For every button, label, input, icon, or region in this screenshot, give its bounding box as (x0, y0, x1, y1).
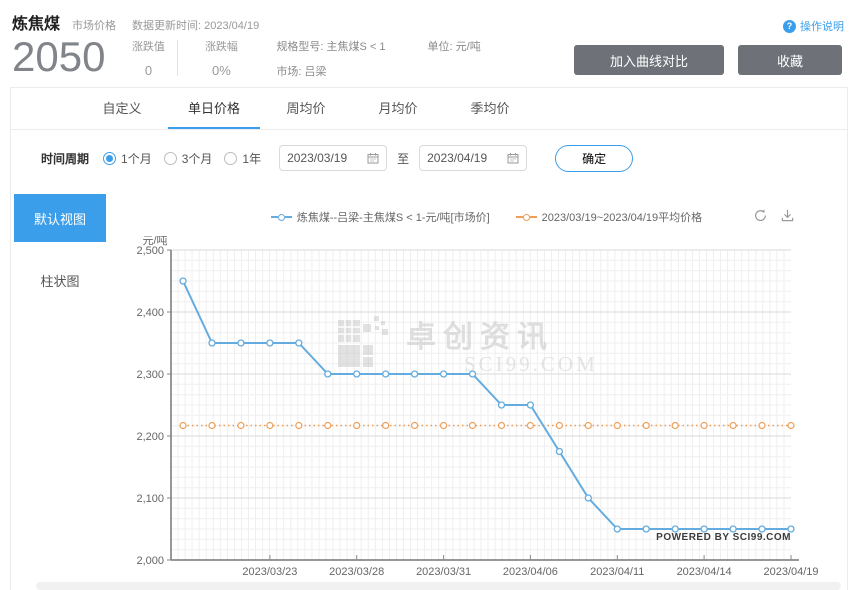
tab-custom[interactable]: 自定义 (76, 88, 168, 129)
download-icon[interactable] (780, 208, 795, 223)
main-panel: 自定义 单日价格 周均价 月均价 季均价 时间周期 1个月 3个月 1年 202… (10, 87, 848, 590)
change-pct: 0% (192, 63, 250, 78)
svg-text:2023/03/28: 2023/03/28 (329, 566, 384, 578)
powered-by-label: POWERED BY SCI99.COM (656, 532, 791, 543)
confirm-button[interactable]: 确定 (555, 145, 633, 172)
tabs-bar: 自定义 单日价格 周均价 月均价 季均价 (11, 88, 847, 130)
legend-item-price-series[interactable]: 炼焦煤--吕梁-主焦煤S < 1-元/吨[市场价] (271, 209, 490, 225)
svg-text:2,000: 2,000 (136, 555, 164, 567)
spec-label: 规格型号: 主焦煤S < 1 (276, 38, 385, 54)
calendar-icon (367, 152, 379, 164)
radio-1-month[interactable]: 1个月 (103, 150, 152, 167)
price-chart-canvas[interactable]: 2,0002,1002,2002,3002,4002,5002023/03/23… (126, 236, 847, 578)
start-date-input[interactable]: 2023/03/19 (279, 145, 387, 171)
tab-weekly-average[interactable]: 周均价 (260, 88, 352, 129)
svg-text:2023/04/06: 2023/04/06 (503, 566, 558, 578)
legend-line-circle-marker (271, 214, 292, 221)
legend-label: 2023/03/19~2023/04/19平均价格 (542, 209, 703, 225)
page-header: 炼焦煤 市场价格 数据更新时间: 2023/04/19 ? 操作说明 2050 … (0, 0, 858, 79)
legend-item-average-series[interactable]: 2023/03/19~2023/04/19平均价格 (516, 209, 703, 225)
period-selector-row: 时间周期 1个月 3个月 1年 2023/03/19 至 2023/04/19 … (11, 130, 847, 186)
commodity-title: 炼焦煤 (12, 10, 60, 34)
unit-label: 单位: 元/吨 (428, 38, 481, 54)
radio-1-year[interactable]: 1年 (224, 150, 261, 167)
radio-3-month[interactable]: 3个月 (164, 150, 213, 167)
legend-line-circle-marker (516, 214, 537, 221)
sidebar-item-default-view[interactable]: 默认视图 (14, 194, 106, 242)
radio-unselected-icon (224, 152, 237, 165)
favorite-button[interactable]: 收藏 (738, 45, 842, 75)
legend-label: 炼焦煤--吕梁-主焦煤S < 1-元/吨[市场价] (297, 209, 490, 225)
svg-text:2,300: 2,300 (136, 369, 164, 381)
update-time-label: 数据更新时间: 2023/04/19 (132, 17, 259, 33)
market-label: 市场: 吕梁 (276, 63, 480, 79)
help-label: 操作说明 (800, 18, 844, 34)
svg-text:2023/03/23: 2023/03/23 (242, 566, 297, 578)
tab-daily-price[interactable]: 单日价格 (168, 88, 260, 129)
end-date-value: 2023/04/19 (427, 151, 487, 165)
radio-1-year-label: 1年 (242, 150, 261, 167)
add-curve-compare-button[interactable]: 加入曲线对比 (574, 45, 724, 75)
header-top-row: 炼焦煤 市场价格 数据更新时间: 2023/04/19 ? 操作说明 (12, 10, 844, 34)
tab-quarterly-average[interactable]: 季均价 (444, 88, 536, 129)
radio-1-month-label: 1个月 (121, 150, 152, 167)
vertical-divider (177, 40, 178, 76)
sidebar-item-bar-chart[interactable]: 柱状图 (14, 256, 106, 304)
chart-area: 炼焦煤--吕梁-主焦煤S < 1-元/吨[市场价] 2023/03/19~202… (126, 186, 847, 578)
start-date-value: 2023/03/19 (287, 151, 347, 165)
period-label: 时间周期 (41, 150, 89, 167)
calendar-icon (507, 152, 519, 164)
svg-text:2,400: 2,400 (136, 307, 164, 319)
to-label: 至 (397, 150, 409, 167)
help-link[interactable]: ? 操作说明 (783, 18, 844, 34)
view-sidebar: 默认视图 柱状图 (11, 186, 126, 578)
header-main-row: 2050 涨跌值 0 涨跌幅 0% 规格型号: 主焦煤S < 1 单位: 元/吨… (12, 35, 844, 79)
tab-monthly-average[interactable]: 月均价 (352, 88, 444, 129)
radio-3-month-label: 3个月 (182, 150, 213, 167)
chart-legend-bar: 炼焦煤--吕梁-主焦煤S < 1-元/吨[市场价] 2023/03/19~202… (126, 200, 847, 234)
svg-text:2023/04/11: 2023/04/11 (590, 566, 644, 578)
svg-text:2,100: 2,100 (136, 493, 164, 505)
radio-selected-icon (103, 152, 116, 165)
radio-unselected-icon (164, 152, 177, 165)
current-price: 2050 (12, 35, 105, 79)
svg-text:2,200: 2,200 (136, 431, 164, 443)
svg-text:2023/04/19: 2023/04/19 (763, 566, 818, 578)
chart-toolbar (753, 208, 795, 223)
horizontal-scrollbar[interactable] (36, 582, 841, 590)
end-date-input[interactable]: 2023/04/19 (419, 145, 527, 171)
price-type-label: 市场价格 (72, 17, 116, 33)
refresh-icon[interactable] (753, 208, 768, 223)
svg-text:元/吨: 元/吨 (142, 236, 167, 247)
change-value-block: 涨跌值 0 (119, 38, 177, 78)
change-pct-block: 涨跌幅 0% (192, 38, 250, 78)
chart-section: 默认视图 柱状图 炼焦煤--吕梁-主焦煤S < 1-元/吨[市场价] (11, 186, 847, 578)
change-value: 0 (119, 63, 177, 78)
question-circle-icon: ? (783, 20, 796, 33)
spec-block: 规格型号: 主焦煤S < 1 单位: 元/吨 市场: 吕梁 (276, 38, 480, 79)
change-value-label: 涨跌值 (119, 38, 177, 54)
header-actions: 加入曲线对比 收藏 (574, 45, 842, 75)
svg-text:2023/04/14: 2023/04/14 (677, 566, 732, 578)
price-chart[interactable]: 2,0002,1002,2002,3002,4002,5002023/03/23… (126, 236, 844, 578)
svg-text:2023/03/31: 2023/03/31 (416, 566, 471, 578)
change-pct-label: 涨跌幅 (192, 38, 250, 54)
